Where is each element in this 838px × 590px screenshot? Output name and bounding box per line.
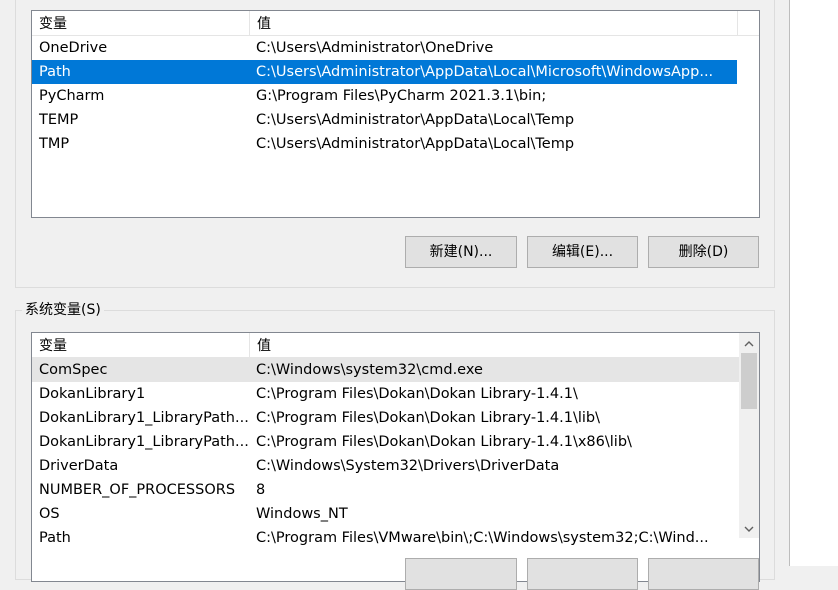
var-value: C:\Users\Administrator\AppData\Local\Tem… xyxy=(256,136,575,152)
system-variables-list[interactable]: 变量 值 ComSpec C:\Windows\system32\cmd.exe… xyxy=(31,332,760,582)
scrollbar-thumb[interactable] xyxy=(741,353,757,409)
user-var-row-onedrive[interactable]: OneDrive C:\Users\Administrator\OneDrive xyxy=(32,36,759,60)
var-value: C:\Program Files\Dokan\Dokan Library-1.4… xyxy=(256,434,632,450)
sys-var-row-number-of-processors[interactable]: NUMBER_OF_PROCESSORS 8 xyxy=(32,478,739,502)
chevron-down-icon[interactable] xyxy=(739,518,759,538)
var-value: C:\Windows\system32\cmd.exe xyxy=(256,362,483,378)
var-value: C:\Users\Administrator\AppData\Local\Mic… xyxy=(256,64,714,80)
dialog-edge xyxy=(789,0,838,566)
var-name: NUMBER_OF_PROCESSORS xyxy=(39,482,236,498)
user-var-row-path[interactable]: Path C:\Users\Administrator\AppData\Loca… xyxy=(32,60,737,84)
user-var-row-tmp[interactable]: TMP C:\Users\Administrator\AppData\Local… xyxy=(32,132,759,156)
system-edit-button[interactable] xyxy=(527,558,638,590)
var-name: TMP xyxy=(39,136,70,152)
var-name: PyCharm xyxy=(39,88,105,104)
var-value: 8 xyxy=(256,482,266,498)
column-header-name[interactable]: 变量 xyxy=(32,11,249,35)
var-name: OneDrive xyxy=(39,40,108,56)
var-value: G:\Program Files\PyCharm 2021.3.1\bin; xyxy=(256,88,547,104)
var-value: C:\Program Files\VMware\bin\;C:\Windows\… xyxy=(256,530,709,546)
sys-var-row-dokan-librarypath-1[interactable]: DokanLibrary1_LibraryPath... C:\Program … xyxy=(32,406,739,430)
var-name: ComSpec xyxy=(39,362,108,378)
var-name: TEMP xyxy=(39,112,79,128)
var-value: C:\Users\Administrator\AppData\Local\Tem… xyxy=(256,112,575,128)
var-name: DokanLibrary1_LibraryPath... xyxy=(39,434,249,450)
user-variables-header: 变量 值 xyxy=(32,11,759,36)
var-name: OS xyxy=(39,506,60,522)
var-value: C:\Program Files\Dokan\Dokan Library-1.4… xyxy=(256,386,578,402)
column-header-name[interactable]: 变量 xyxy=(32,333,249,357)
system-variables-header: 变量 值 xyxy=(32,333,759,358)
column-header-filler xyxy=(737,11,759,35)
column-header-value[interactable]: 值 xyxy=(249,333,737,357)
var-value: C:\Windows\System32\Drivers\DriverData xyxy=(256,458,560,474)
user-var-row-temp[interactable]: TEMP C:\Users\Administrator\AppData\Loca… xyxy=(32,108,759,132)
var-name: DriverData xyxy=(39,458,119,474)
var-name: DokanLibrary1 xyxy=(39,386,146,402)
system-new-button[interactable] xyxy=(405,558,517,590)
var-value: C:\Users\Administrator\OneDrive xyxy=(256,40,494,56)
sys-var-row-dokan-librarypath-2[interactable]: DokanLibrary1_LibraryPath... C:\Program … xyxy=(32,430,739,454)
user-variables-list[interactable]: 变量 值 OneDrive C:\Users\Administrator\One… xyxy=(31,10,760,218)
system-delete-button[interactable] xyxy=(648,558,759,590)
var-value: Windows_NT xyxy=(256,506,348,522)
sys-var-row-dokanlibrary1[interactable]: DokanLibrary1 C:\Program Files\Dokan\Dok… xyxy=(32,382,739,406)
var-name: Path xyxy=(39,530,71,546)
var-value: C:\Program Files\Dokan\Dokan Library-1.4… xyxy=(256,410,600,426)
chevron-up-icon[interactable] xyxy=(739,333,759,353)
column-header-value[interactable]: 值 xyxy=(249,11,737,35)
sys-var-row-os[interactable]: OS Windows_NT xyxy=(32,502,739,526)
user-new-button[interactable]: 新建(N)... xyxy=(405,236,517,268)
system-variables-title: 系统变量(S) xyxy=(22,301,104,319)
sys-var-row-driverdata[interactable]: DriverData C:\Windows\System32\Drivers\D… xyxy=(32,454,739,478)
user-delete-button[interactable]: 删除(D) xyxy=(648,236,759,268)
sys-var-row-path[interactable]: Path C:\Program Files\VMware\bin\;C:\Win… xyxy=(32,526,739,550)
sys-var-row-comspec[interactable]: ComSpec C:\Windows\system32\cmd.exe xyxy=(32,358,739,382)
var-name: Path xyxy=(39,64,71,80)
user-var-row-pycharm[interactable]: PyCharm G:\Program Files\PyCharm 2021.3.… xyxy=(32,84,759,108)
user-edit-button[interactable]: 编辑(E)... xyxy=(527,236,638,268)
var-name: DokanLibrary1_LibraryPath... xyxy=(39,410,249,426)
system-variables-scrollbar[interactable] xyxy=(739,333,759,538)
